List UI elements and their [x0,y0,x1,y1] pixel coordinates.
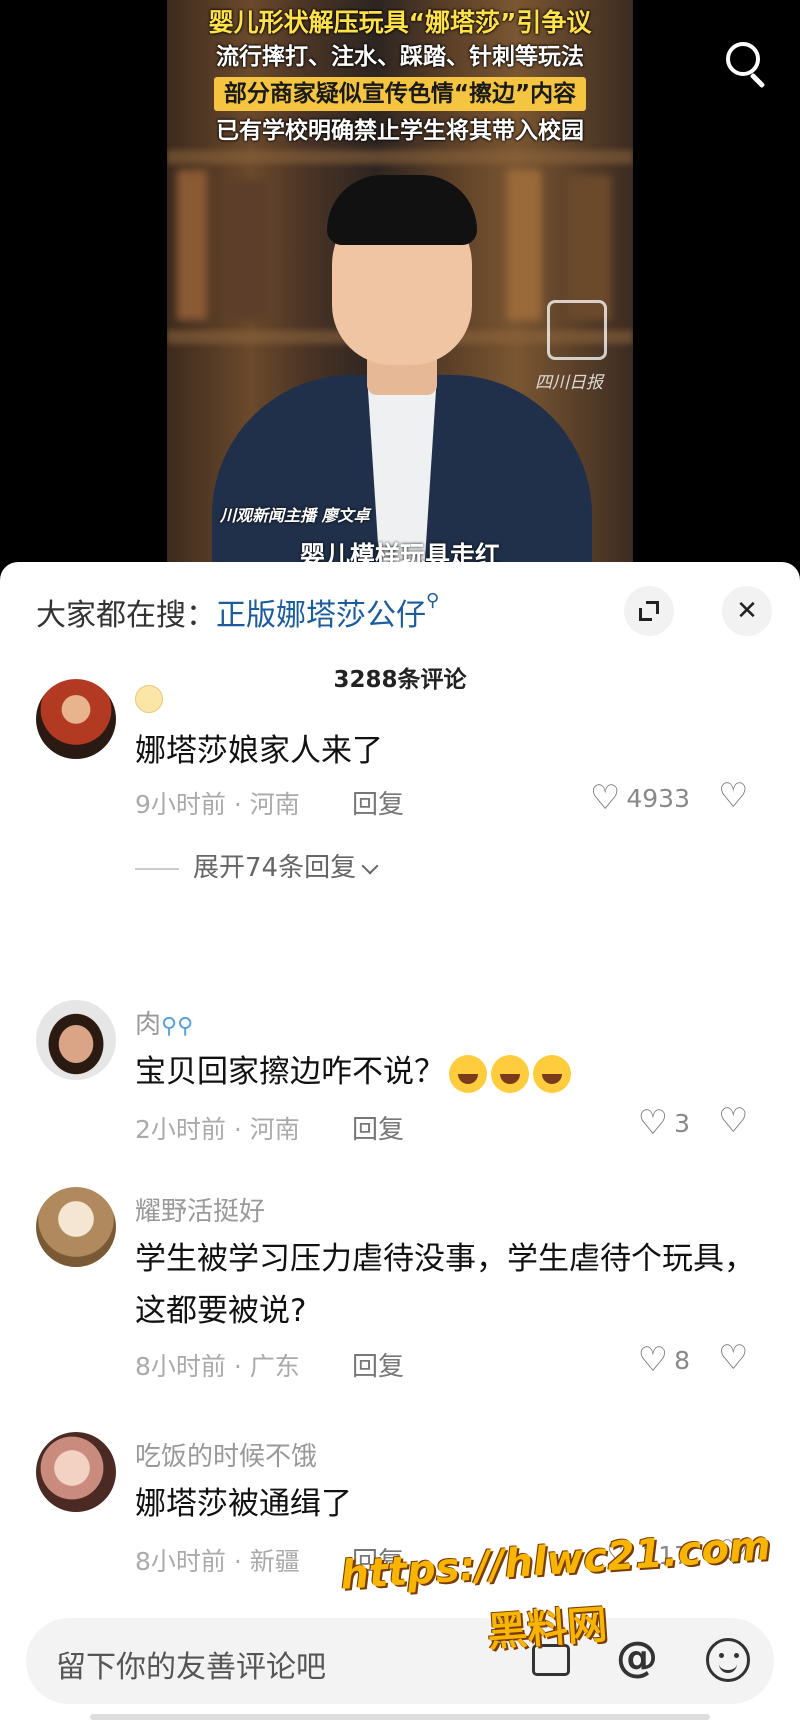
hot-search-link[interactable]: 正版娜塔莎公仔 [216,598,426,633]
video-headline: 婴儿形状解压玩具“娜塔莎”引争议 流行摔打、注水、踩踏、针刺等玩法 部分商家疑似… [167,0,633,148]
broken-heart-icon[interactable]: ♡ [718,1341,748,1375]
comment-meta: 8小时前 · 新疆 [135,1547,300,1576]
like-count: 4933 [626,783,690,813]
laugh-emoji-icon [491,1054,529,1093]
overlay-watermark-site: 黑料网 [485,1601,609,1657]
avatar[interactable] [36,1187,116,1267]
comment-text: 娜塔莎被通缉了 [135,1486,352,1522]
comment-input-bar[interactable]: 留下你的友善评论吧 @ [26,1618,774,1704]
heart-icon: ♡ [589,778,621,818]
close-icon: ✕ [736,596,758,626]
comment-username[interactable]: 吃饭的时候不饿 [135,1436,317,1473]
emoji-icon[interactable] [706,1638,750,1682]
anchor-caption: 川观新闻主播 廖文卓 [220,506,370,525]
like-count: 8 [674,1345,690,1375]
emoji-face-icon [135,684,163,713]
like-button[interactable]: ♡ 8 [638,1343,690,1377]
bicycle-icon: ⚲⚲ [161,1014,194,1039]
laugh-emoji-icon [533,1054,571,1093]
comment-username[interactable] [135,683,163,713]
comment-text: 娜塔莎娘家人来了 [135,733,383,769]
expand-sheet-button[interactable] [624,586,674,636]
broken-heart-icon[interactable]: ♡ [718,779,748,813]
video-player[interactable]: 四川日报 婴儿形状解压玩具“娜塔莎”引争议 流行摔打、注水、踩踏、针刺等玩法 部… [0,0,800,600]
avatar[interactable] [36,1432,116,1512]
comment-input[interactable]: 留下你的友善评论吧 [56,1642,326,1686]
broken-heart-icon[interactable]: ♡ [718,1104,748,1138]
like-count: 3 [674,1108,690,1138]
bookshelf-bg [167,150,633,164]
search-small-icon: ⚲ [426,590,440,611]
avatar[interactable] [36,1000,116,1080]
close-button[interactable]: ✕ [722,586,772,636]
headline-line-4: 已有学校明确禁止学生将其带入校园 [216,118,584,144]
heart-icon: ♡ [637,1103,669,1143]
video-frame: 四川日报 婴儿形状解压玩具“娜塔莎”引争议 流行摔打、注水、踩踏、针刺等玩法 部… [167,0,633,600]
comment-text: 学生被学习压力虐待没事，学生虐待个玩具，这都要被说? [135,1241,755,1329]
reply-button[interactable]: 回复 [352,784,404,821]
divider [135,867,179,870]
comment-meta: 2小时前 · 河南 [135,1115,300,1144]
comment-meta: 9小时前 · 河南 [135,790,300,819]
expand-icon [639,601,659,621]
home-indicator[interactable] [90,1714,710,1720]
laugh-emoji-icon [449,1054,487,1093]
newspaper-logo-text: 四川日报 [535,373,603,393]
heart-icon: ♡ [637,1340,669,1380]
headline-line-3: 部分商家疑似宣传色情“擦边”内容 [213,77,587,111]
like-button[interactable]: ♡ 4933 [590,781,690,815]
mention-icon[interactable]: @ [616,1632,658,1681]
hot-search[interactable]: 大家都在搜：正版娜塔莎公仔⚲ [36,590,439,634]
newspaper-logo-icon [547,300,607,360]
headline-line-2: 流行摔打、注水、踩踏、针刺等玩法 [216,44,584,70]
comment-meta: 8小时前 · 广东 [135,1352,300,1381]
chevron-down-icon [361,857,379,875]
comment-count: 3288条评论 [333,667,467,693]
headline-line-1: 婴儿形状解压玩具“娜塔莎”引争议 [208,8,592,37]
avatar[interactable] [36,679,116,759]
reply-button[interactable]: 回复 [352,1109,404,1146]
comment-username[interactable]: 肉⚲⚲ [135,1004,193,1041]
hot-search-label: 大家都在搜： [36,598,216,633]
expand-replies-button[interactable]: 展开74条回复 [135,847,379,884]
search-icon[interactable] [724,40,772,89]
reply-button[interactable]: 回复 [352,1346,404,1383]
comment-text: 宝贝回家擦边咋不说？ [135,1046,755,1098]
like-button[interactable]: ♡ 3 [638,1106,690,1140]
comment-username[interactable]: 耀野活挺好 [135,1191,265,1228]
